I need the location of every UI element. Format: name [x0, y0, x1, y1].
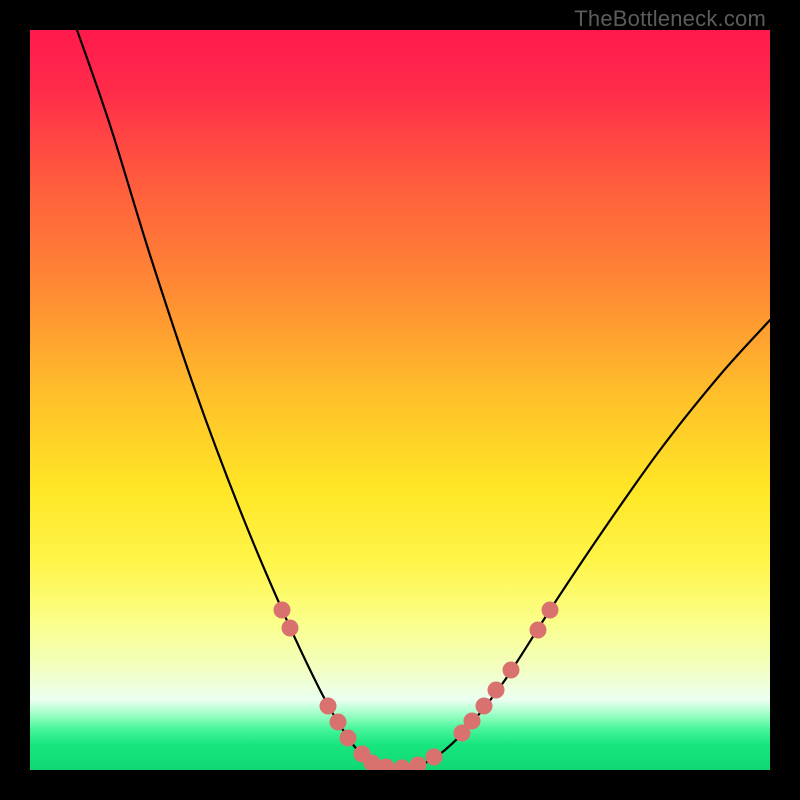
curve-marker — [320, 698, 337, 715]
curve-marker — [503, 662, 520, 679]
curve-marker — [394, 760, 411, 771]
curve-marker — [488, 682, 505, 699]
curve-marker — [274, 602, 291, 619]
curve-marker — [464, 713, 481, 730]
curve-marker — [476, 698, 493, 715]
chart-frame: TheBottleneck.com — [0, 0, 800, 800]
curve-marker — [282, 620, 299, 637]
plot-area — [30, 30, 770, 770]
curve-marker — [330, 714, 347, 731]
watermark-text: TheBottleneck.com — [574, 6, 766, 32]
curve-markers — [274, 602, 559, 771]
curve-marker — [542, 602, 559, 619]
curve-layer — [30, 30, 770, 770]
curve-marker — [410, 757, 427, 771]
bottleneck-curve — [77, 30, 770, 769]
curve-marker — [530, 622, 547, 639]
curve-marker — [340, 730, 357, 747]
curve-marker — [378, 759, 395, 771]
curve-marker — [426, 749, 443, 766]
